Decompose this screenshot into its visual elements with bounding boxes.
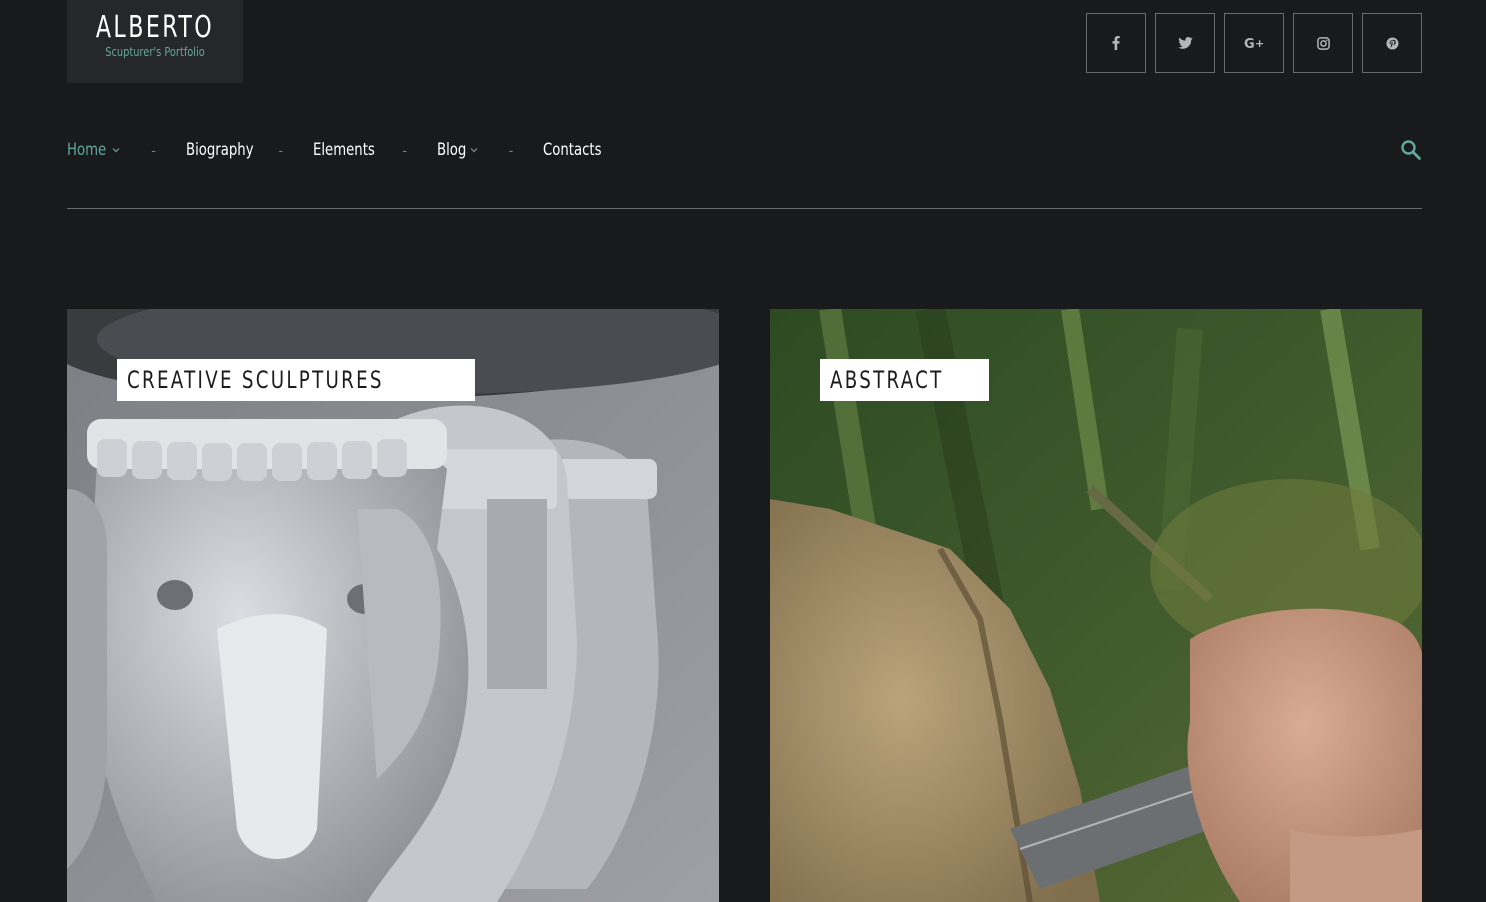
nav-item-biography[interactable]: Biography [186,140,273,160]
pinterest-button[interactable] [1362,13,1422,73]
pinterest-icon [1385,36,1399,50]
google-plus-button[interactable]: G + [1224,13,1284,73]
card-label-text: CREATIVE SCULPTURES [127,366,384,394]
nav-separator: - [402,142,408,158]
nav-item-label: Blog [437,140,467,160]
nav-item-label: Biography [185,140,254,160]
header-divider [67,208,1422,209]
nav-item-contacts[interactable]: Contacts [543,140,618,160]
social-links: G + [1086,13,1422,73]
nav-item-blog[interactable]: Blog [437,140,479,160]
nav-item-label: Elements [313,140,375,160]
nav-separator: - [278,142,284,158]
main-nav: Home - Biography - Elements - Blog - Con… [67,133,618,167]
svg-text:G: G [1244,37,1255,49]
card-creative-sculptures[interactable]: CREATIVE SCULPTURES [67,309,719,902]
card-label-text: ABSTRACT [830,366,944,394]
chevron-down-icon [470,148,478,153]
card-abstract[interactable]: ABSTRACT [770,309,1422,902]
instagram-button[interactable] [1293,13,1353,73]
site-logo[interactable]: ALBERTO Scupturer's Portfolio [67,0,243,83]
nav-separator: - [151,142,156,158]
facebook-button[interactable] [1086,13,1146,73]
card-label[interactable]: ABSTRACT [820,359,990,401]
svg-text:+: + [1255,37,1264,49]
twitter-icon [1177,37,1193,49]
nav-item-label: Contacts [543,140,602,160]
card-label[interactable]: CREATIVE SCULPTURES [117,359,475,401]
chevron-down-icon [112,148,120,153]
nav-item-elements[interactable]: Elements [313,140,392,160]
nav-item-label: Home [67,140,107,160]
nav-separator: - [508,142,514,158]
search-icon[interactable] [1400,139,1422,161]
google-plus-icon: G + [1244,37,1264,49]
nav-item-home[interactable]: Home [67,140,121,160]
twitter-button[interactable] [1155,13,1215,73]
logo-subtitle: Scupturer's Portfolio [105,45,205,59]
facebook-icon [1112,36,1120,50]
instagram-icon [1316,36,1330,50]
logo-title: ALBERTO [95,10,215,45]
